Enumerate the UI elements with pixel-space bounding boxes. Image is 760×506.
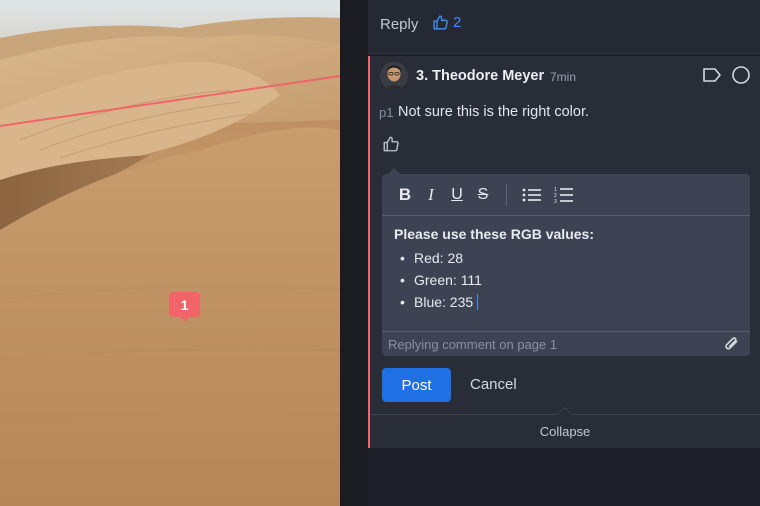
canvas-image-area[interactable]: 1 <box>0 0 340 506</box>
attach-button[interactable] <box>724 337 740 354</box>
author-name: Theodore Meyer <box>432 68 545 84</box>
bold-button[interactable]: B <box>392 182 418 208</box>
previous-comment-actions: Reply 2 <box>368 0 760 54</box>
annotation-pin[interactable]: 1 <box>169 292 200 322</box>
bullet-list-icon <box>522 188 541 201</box>
page-reference: p1 <box>379 105 394 120</box>
comment-panel: Reply 2 3. Theodore Meyer 7min p1 Not su… <box>368 0 760 506</box>
bullet-list-button[interactable] <box>519 182 545 208</box>
collapse-button[interactable]: Collapse <box>370 414 760 448</box>
tag-icon <box>703 68 721 82</box>
list-item-text: Blue: 235 <box>414 294 474 310</box>
comment-thread: 3. Theodore Meyer 7min p1 Not sure this … <box>368 56 760 448</box>
avatar <box>380 62 408 90</box>
editor-footer: Replying comment on page 1 <box>382 331 750 356</box>
underline-button[interactable]: U <box>444 182 470 208</box>
comment-author: 3. Theodore Meyer <box>416 68 544 84</box>
list-item: Blue: 235 <box>394 292 594 314</box>
thumbs-up-icon <box>433 15 448 30</box>
toolbar-divider <box>506 183 507 206</box>
panel-divider <box>340 0 368 506</box>
numbered-list-button[interactable]: 1 2 3 <box>551 182 577 208</box>
list-item: Green: 111 <box>394 270 594 292</box>
paperclip-icon <box>725 337 738 350</box>
post-button[interactable]: Post <box>382 368 451 402</box>
circle-icon <box>732 66 750 84</box>
resolve-button[interactable] <box>731 65 751 90</box>
like-count: 2 <box>453 14 462 31</box>
svg-text:3: 3 <box>554 199 557 204</box>
editor-content[interactable]: Please use these RGB values: Red: 28 Gre… <box>394 226 594 314</box>
numbered-list-icon: 1 2 3 <box>554 187 573 204</box>
comment-index: 3. <box>416 68 429 84</box>
reply-button[interactable]: Reply <box>380 16 418 33</box>
formatting-toolbar: B I U S 1 2 3 <box>382 174 750 216</box>
comment-like-button[interactable] <box>382 135 400 158</box>
comment-timestamp: 7min <box>550 70 577 84</box>
editor-bullet-list: Red: 28 Green: 111 Blue: 235 <box>394 248 594 314</box>
like-button[interactable]: 2 <box>432 14 461 31</box>
tag-button[interactable] <box>702 67 722 88</box>
text-caret <box>477 294 479 310</box>
list-item: Red: 28 <box>394 248 594 270</box>
comment-text: Not sure this is the right color. <box>398 104 589 120</box>
reply-context-label: Replying comment on page 1 <box>388 336 558 352</box>
collapse-label: Collapse <box>539 424 591 439</box>
italic-button[interactable]: I <box>418 182 444 208</box>
thumbs-up-icon <box>383 136 399 152</box>
strikethrough-button[interactable]: S <box>470 182 496 208</box>
desert-dunes-photo <box>0 0 340 506</box>
cancel-button[interactable]: Cancel <box>470 376 517 393</box>
pin-number: 1 <box>180 296 189 313</box>
reply-editor[interactable]: B I U S 1 2 3 Please use these RGB value… <box>382 168 750 356</box>
editor-lead-text: Please use these RGB values: <box>394 226 594 242</box>
